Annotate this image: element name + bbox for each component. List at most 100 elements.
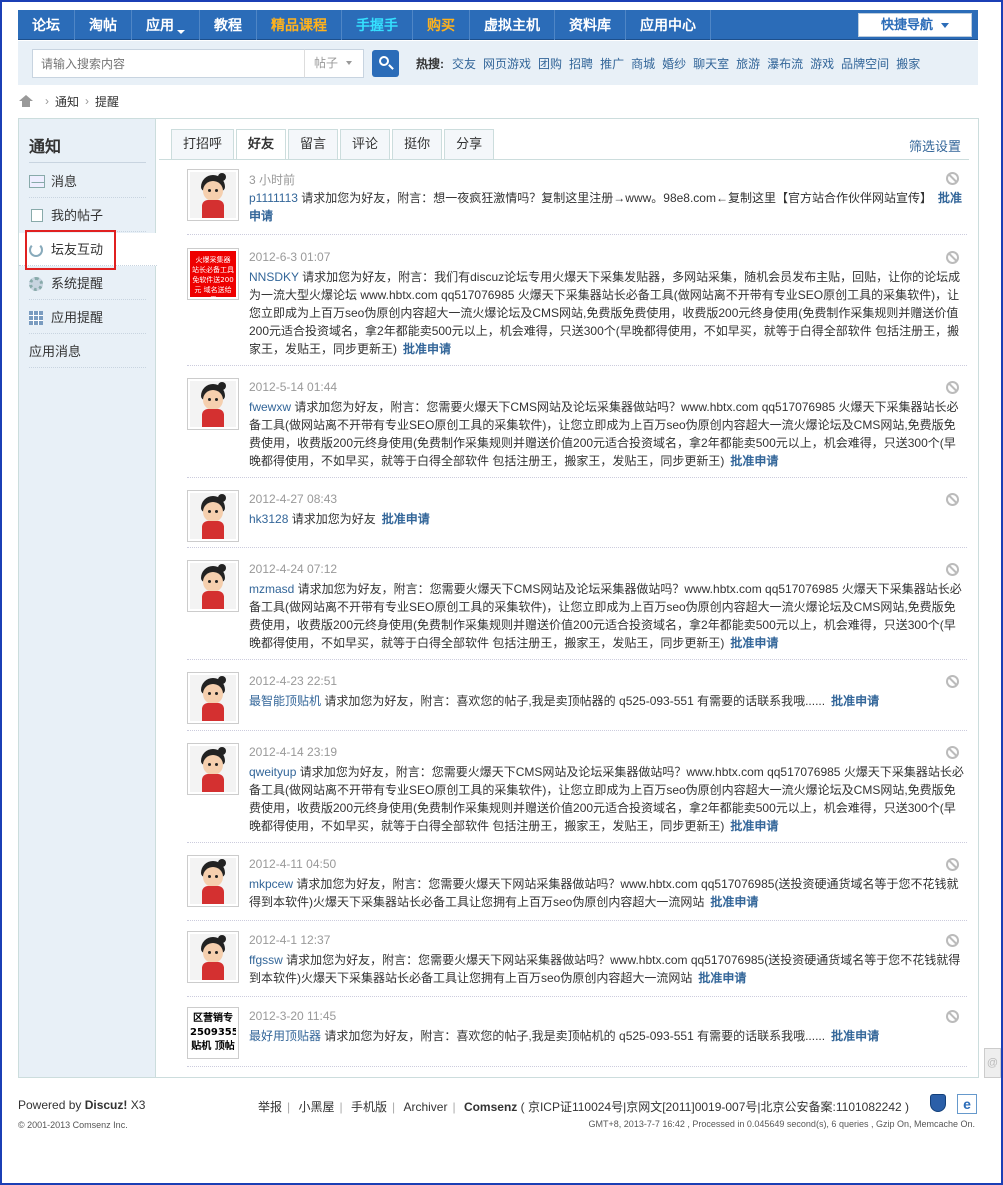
hot-search-link[interactable]: 推广 — [600, 57, 624, 71]
hot-search-link[interactable]: 婚纱 — [662, 57, 686, 71]
approve-button[interactable]: 批准申请 — [831, 694, 879, 708]
search-button[interactable] — [372, 50, 399, 77]
notice-user-link[interactable]: p1111113 — [249, 191, 298, 205]
nav-item[interactable]: 教程 — [200, 10, 257, 40]
notice-user-link[interactable]: ffgssw — [249, 953, 283, 967]
notice-user-link[interactable]: qweityup — [249, 765, 296, 779]
hot-search-link[interactable]: 商城 — [631, 57, 655, 71]
approve-button[interactable]: 批准申请 — [403, 342, 451, 356]
ignore-icon[interactable] — [946, 251, 959, 264]
nav-item[interactable]: 手握手 — [342, 10, 413, 40]
notice-user-link[interactable]: mzmasd — [249, 582, 294, 596]
approve-button[interactable]: 批准申请 — [698, 971, 746, 985]
nav-item[interactable]: 论坛 — [18, 10, 75, 40]
avatar[interactable]: 火爆采集器 站长必备工具 免软件送200元 域名送给您 — [187, 248, 239, 300]
hot-search-link[interactable]: 瀑布流 — [767, 57, 803, 71]
sidebar-item-app-messages[interactable]: 应用消息 — [29, 335, 146, 368]
notice-item: 2012-4-1 12:37 ffgssw 请求加您为好友，附言：您需要火爆天下网… — [187, 931, 967, 997]
sidebar-item-system[interactable]: 系统提醒 — [29, 267, 146, 300]
ie-badge-icon[interactable]: e — [957, 1094, 977, 1114]
approve-button[interactable]: 批准申请 — [730, 454, 778, 468]
hot-search-link[interactable]: 聊天室 — [693, 57, 729, 71]
tab-item[interactable]: 好友 — [236, 129, 287, 160]
approve-button[interactable]: 批准申请 — [382, 512, 430, 526]
scroll-tab[interactable]: @ — [984, 1048, 1001, 1078]
footer-link-archiver[interactable]: Archiver — [403, 1100, 447, 1114]
hot-search-link[interactable]: 搬家 — [896, 57, 920, 71]
ignore-icon[interactable] — [946, 858, 959, 871]
nav-item[interactable]: 淘帖 — [75, 10, 132, 40]
search-type-select[interactable]: 帖子 — [304, 49, 364, 78]
police-badge-icon[interactable] — [930, 1094, 946, 1112]
quick-nav-button[interactable]: 快捷导航 — [858, 13, 972, 37]
avatar-image: 火爆采集器 站长必备工具 免软件送200元 域名送给您 — [190, 251, 236, 297]
avatar[interactable] — [187, 169, 239, 221]
nav-item[interactable]: 虚拟主机 — [470, 10, 555, 40]
ignore-icon[interactable] — [946, 563, 959, 576]
ignore-icon[interactable] — [946, 934, 959, 947]
approve-button[interactable]: 批准申请 — [831, 1029, 879, 1043]
avatar-part — [203, 867, 223, 887]
sidebar-item-messages[interactable]: 消息 — [29, 165, 146, 198]
footer-link-report[interactable]: 举报 — [258, 1100, 282, 1114]
tab-item[interactable]: 挺你 — [392, 129, 443, 159]
avatar[interactable] — [187, 931, 239, 983]
footer-icp[interactable]: ( 京ICP证110024号|京网文[2011]0019-007号|北京公安备案… — [517, 1100, 909, 1114]
avatar[interactable] — [187, 490, 239, 542]
approve-button[interactable]: 批准申请 — [710, 895, 758, 909]
nav-item-label: 手握手 — [356, 17, 398, 33]
nav-item[interactable]: 购买 — [413, 10, 470, 40]
notice-user-link[interactable]: fwewxw — [249, 400, 291, 414]
tab-item[interactable]: 打招呼 — [171, 129, 235, 159]
hot-search-link[interactable]: 招聘 — [569, 57, 593, 71]
nav-item[interactable]: 资料库 — [555, 10, 626, 40]
divider — [159, 159, 969, 160]
avatar[interactable] — [187, 378, 239, 430]
hot-search-link[interactable]: 交友 — [452, 57, 476, 71]
notice-text: mzmasd 请求加您为好友，附言：您需要火爆天下CMS网站及论坛采集器做站吗？… — [249, 580, 965, 652]
nav-item[interactable]: 应用中心 — [626, 10, 711, 40]
breadcrumb-notice[interactable]: 通知 — [55, 93, 79, 110]
hot-search-link[interactable]: 网页游戏 — [483, 57, 531, 71]
avatar-part — [218, 859, 226, 867]
ignore-icon[interactable] — [946, 493, 959, 506]
footer-link-mobile[interactable]: 手机版 — [351, 1100, 387, 1114]
notice-user-link[interactable]: NNSDKY — [249, 270, 299, 284]
avatar[interactable]: 区营销专 2509355 贴机 顶帖 — [187, 1007, 239, 1059]
ignore-icon[interactable] — [946, 381, 959, 394]
approve-button[interactable]: 批准申请 — [730, 636, 778, 650]
hot-search-link[interactable]: 团购 — [538, 57, 562, 71]
filter-settings-link[interactable]: 筛选设置 — [909, 136, 961, 155]
tab-item[interactable]: 分享 — [444, 129, 495, 159]
footer-company[interactable]: Comsenz — [464, 1100, 517, 1114]
ignore-icon[interactable] — [946, 1010, 959, 1023]
avatar[interactable] — [187, 855, 239, 907]
ignore-icon[interactable] — [946, 172, 959, 185]
avatar[interactable] — [187, 560, 239, 612]
notice-user-link[interactable]: mkpcew — [249, 877, 293, 891]
hot-search-link[interactable]: 旅游 — [736, 57, 760, 71]
brand-link[interactable]: Discuz! — [85, 1098, 128, 1112]
avatar-part — [218, 564, 226, 572]
hot-search-link[interactable]: 游戏 — [810, 57, 834, 71]
avatar-ad-text: 火爆采集器 站长必备工具 免软件送200元 域名送给您 — [192, 256, 234, 297]
footer-link-blacklist[interactable]: 小黑屋 — [298, 1100, 334, 1114]
tab-bar: 打招呼 好友 留言 评论 挺你 分享 — [171, 129, 496, 160]
home-icon[interactable] — [19, 95, 33, 107]
notice-user-link[interactable]: 最智能顶贴机 — [249, 694, 321, 708]
hot-search-link[interactable]: 品牌空间 — [841, 57, 889, 71]
notice-user-link[interactable]: 最好用顶贴器 — [249, 1029, 321, 1043]
avatar[interactable] — [187, 743, 239, 795]
sidebar-item-app-remind[interactable]: 应用提醒 — [29, 301, 146, 334]
approve-button[interactable]: 批准申请 — [730, 819, 778, 833]
ignore-icon[interactable] — [946, 675, 959, 688]
search-input[interactable] — [32, 49, 318, 78]
sidebar-item-my-posts[interactable]: 我的帖子 — [29, 199, 146, 232]
ignore-icon[interactable] — [946, 746, 959, 759]
nav-item[interactable]: 精品课程 — [257, 10, 342, 40]
notice-user-link[interactable]: hk3128 — [249, 512, 288, 526]
tab-item[interactable]: 评论 — [340, 129, 391, 159]
nav-item[interactable]: 应用 — [132, 10, 200, 40]
avatar[interactable] — [187, 672, 239, 724]
tab-item[interactable]: 留言 — [288, 129, 339, 159]
